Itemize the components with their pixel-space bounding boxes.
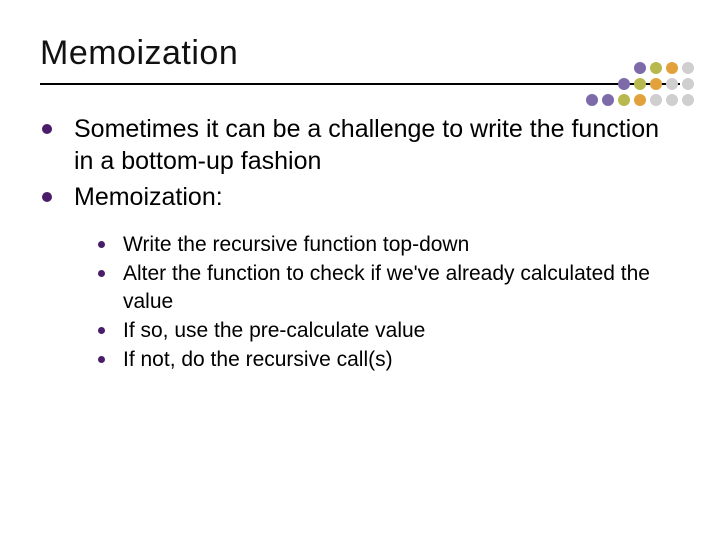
bullet-text: Sometimes it can be a challenge to write… — [74, 113, 680, 177]
dot-icon — [602, 94, 614, 106]
slide-title: Memoization — [40, 34, 680, 73]
dot-icon — [586, 94, 598, 106]
dot-icon — [618, 94, 630, 106]
dot-icon — [682, 62, 694, 74]
dot-icon — [666, 62, 678, 74]
bullet-list-level1: Sometimes it can be a challenge to write… — [40, 113, 680, 213]
list-item: If so, use the pre-calculate value — [98, 317, 680, 344]
bullet-text: If not, do the recursive call(s) — [123, 346, 393, 373]
bullet-list-level2: Write the recursive function top-down Al… — [98, 231, 680, 373]
list-item: Write the recursive function top-down — [98, 231, 680, 258]
dot-icon — [666, 94, 678, 106]
dot-icon — [650, 78, 662, 90]
list-item: Memoization: — [40, 181, 680, 213]
dot-icon — [634, 62, 646, 74]
bullet-icon — [98, 241, 105, 248]
dot-icon — [682, 94, 694, 106]
dot-icon — [634, 78, 646, 90]
slide-content: Sometimes it can be a challenge to write… — [0, 85, 720, 373]
bullet-icon — [98, 327, 105, 334]
bullet-text: Write the recursive function top-down — [123, 231, 469, 258]
dot-icon — [634, 94, 646, 106]
bullet-icon — [42, 192, 52, 202]
dot-icon — [650, 62, 662, 74]
bullet-text: Memoization: — [74, 181, 223, 213]
bullet-icon — [98, 356, 105, 363]
bullet-icon — [98, 270, 105, 277]
dot-icon — [650, 94, 662, 106]
bullet-text: If so, use the pre-calculate value — [123, 317, 425, 344]
list-item: Sometimes it can be a challenge to write… — [40, 113, 680, 177]
dot-icon — [618, 78, 630, 90]
list-item: Alter the function to check if we've alr… — [98, 260, 680, 315]
decorative-dots — [586, 62, 694, 106]
list-item: If not, do the recursive call(s) — [98, 346, 680, 373]
dot-icon — [682, 78, 694, 90]
dot-icon — [666, 78, 678, 90]
bullet-text: Alter the function to check if we've alr… — [123, 260, 680, 315]
bullet-icon — [42, 124, 52, 134]
